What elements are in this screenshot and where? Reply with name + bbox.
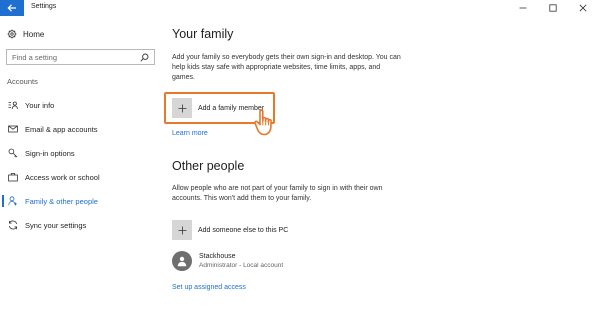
sidebar-item-your-info[interactable]: Your info: [0, 96, 160, 114]
briefcase-icon: [8, 172, 18, 182]
user-account-stackhouse[interactable]: Stackhouse Administrator - Local account: [172, 251, 283, 271]
sidebar-item-sync-your-settings[interactable]: Sync your settings: [0, 216, 160, 234]
your-family-heading: Your family: [172, 27, 234, 41]
minimize-button[interactable]: [508, 0, 538, 16]
user-icon: [177, 256, 187, 267]
plus-icon: [172, 220, 192, 240]
close-icon: [579, 4, 587, 12]
sidebar-item-label: Your info: [25, 100, 55, 110]
mail-icon: [8, 124, 18, 134]
person-icon: [8, 196, 18, 206]
set-up-assigned-access-link[interactable]: Set up assigned access: [172, 284, 246, 291]
sync-icon: [8, 220, 18, 230]
sidebar-item-email-app-accounts[interactable]: Email & app accounts: [0, 120, 160, 138]
add-someone-else-button[interactable]: Add someone else to this PC: [172, 220, 288, 240]
pointing-hand-icon: [254, 109, 272, 136]
add-family-member-button[interactable]: Add a family member: [172, 98, 264, 118]
user-name: Stackhouse: [199, 253, 236, 260]
back-arrow-icon: [7, 4, 16, 12]
maximize-icon: [549, 4, 557, 12]
home-label: Home: [23, 29, 45, 39]
search-input[interactable]: Find a setting: [6, 49, 155, 65]
add-someone-else-label: Add someone else to this PC: [198, 226, 289, 234]
search-icon[interactable]: [140, 53, 149, 62]
sidebar-item-sign-in-options[interactable]: Sign-in options: [0, 144, 160, 162]
sidebar-item-access-work-or-school[interactable]: Access work or school: [0, 168, 160, 186]
learn-more-link[interactable]: Learn more: [172, 130, 208, 137]
sidebar-item-label: Email & app accounts: [25, 124, 98, 134]
other-people-description: Allow people who are not part of your fa…: [172, 185, 383, 202]
sidebar: Home Find a setting Accounts Your info E…: [0, 16, 160, 332]
your-info-icon: [8, 100, 18, 110]
section-label-accounts: Accounts: [7, 77, 38, 86]
sidebar-item-label: Sign-in options: [25, 148, 75, 158]
title-bar: Settings: [0, 0, 600, 16]
user-account-type: Administrator - Local account: [199, 262, 284, 269]
window-title: Settings: [31, 3, 57, 10]
sidebar-item-label: Sync your settings: [25, 220, 87, 230]
maximize-button[interactable]: [538, 0, 568, 16]
plus-icon: [172, 98, 192, 118]
sidebar-item-label: Family & other people: [25, 196, 98, 206]
other-people-heading: Other people: [172, 159, 245, 173]
key-icon: [8, 148, 18, 158]
your-family-description: Add your family so everybody gets their …: [172, 54, 401, 81]
search-placeholder: Find a setting: [12, 52, 58, 62]
avatar: [172, 251, 192, 271]
sidebar-item-label: Access work or school: [25, 172, 100, 182]
gear-icon: [7, 29, 17, 39]
back-button[interactable]: [0, 0, 24, 16]
home-link[interactable]: Home: [7, 28, 44, 40]
sidebar-item-family-other-people[interactable]: Family & other people: [0, 192, 160, 210]
minimize-icon: [519, 7, 527, 9]
close-button[interactable]: [568, 0, 598, 16]
